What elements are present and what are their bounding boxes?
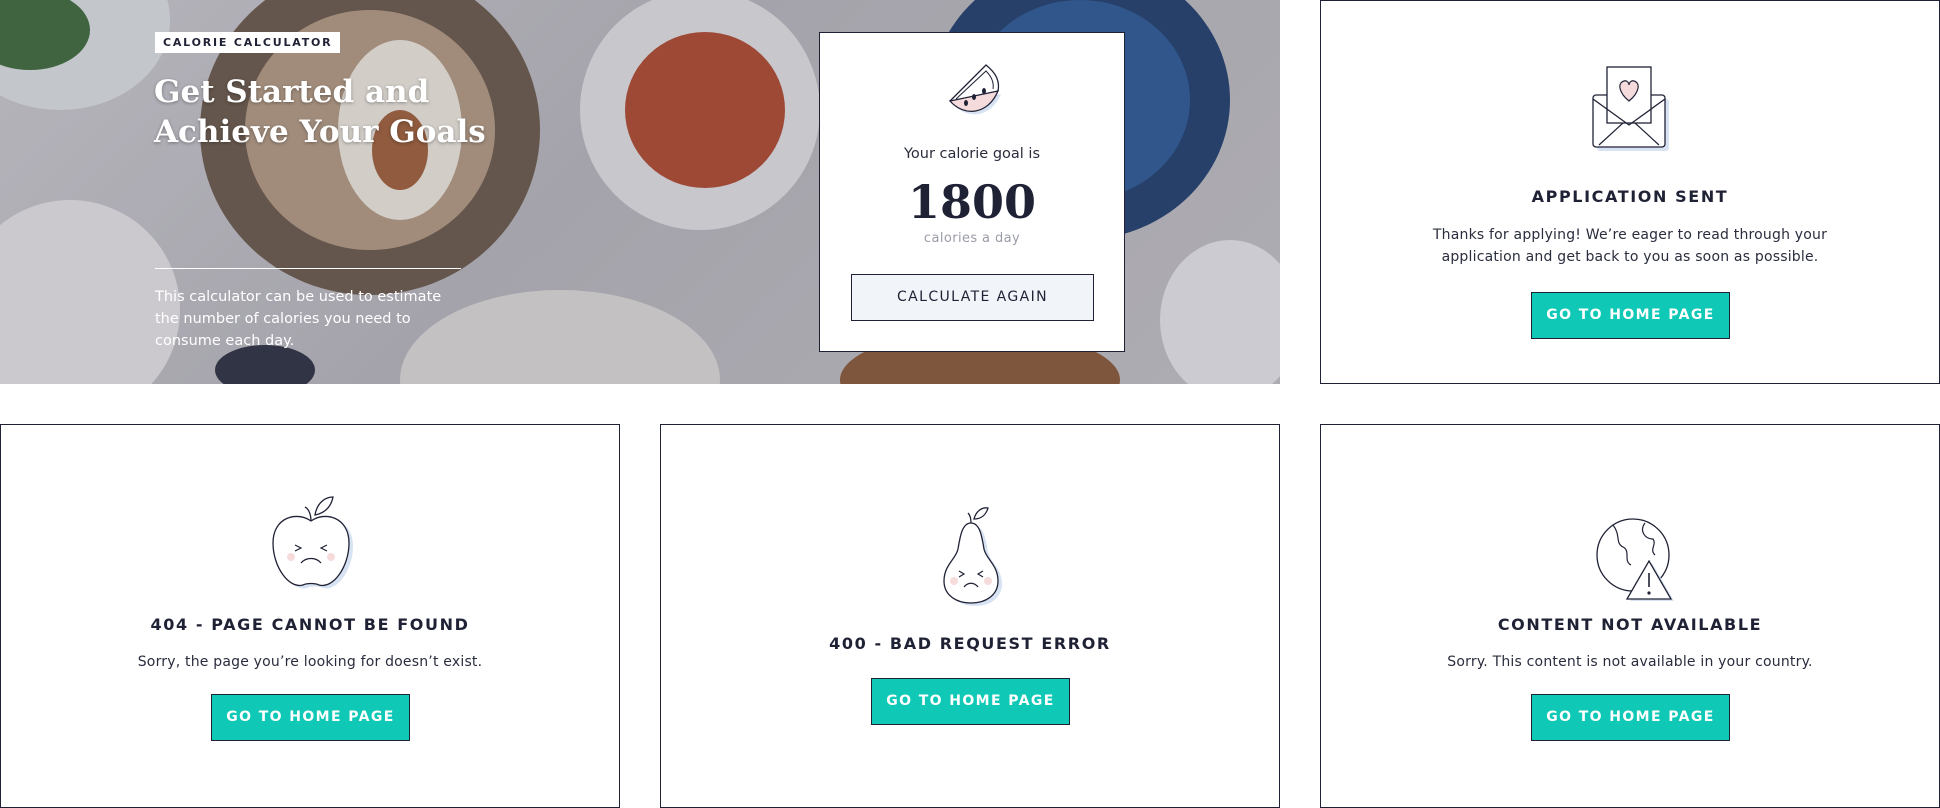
go-home-button[interactable]: GO TO HOME PAGE: [211, 694, 410, 741]
application-sent-panel: APPLICATION SENT Thanks for applying! We…: [1320, 0, 1940, 384]
hero-badge: CALORIE CALCULATOR: [155, 32, 341, 53]
calorie-caption: Your calorie goal is: [903, 146, 1041, 162]
go-home-button[interactable]: GO TO HOME PAGE: [1531, 292, 1730, 339]
not-found-title: 404 - PAGE CANNOT BE FOUND: [150, 615, 470, 634]
not-available-title: CONTENT NOT AVAILABLE: [1497, 615, 1763, 634]
sad-apple-icon: [272, 496, 353, 589]
application-sent-title: APPLICATION SENT: [1531, 187, 1729, 206]
not-available-message: Sorry. This content is not available in …: [1447, 654, 1813, 670]
bad-request-title: 400 - BAD REQUEST ERROR: [829, 634, 1111, 653]
hero-divider: [155, 268, 461, 269]
calorie-unit: calories a day: [923, 231, 1021, 246]
calorie-value: 1800: [907, 175, 1037, 229]
sad-pear-icon: [943, 507, 1002, 606]
go-home-button[interactable]: GO TO HOME PAGE: [1531, 694, 1730, 741]
content-not-available-panel: CONTENT NOT AVAILABLE Sorry. This conten…: [1320, 424, 1940, 808]
go-home-button[interactable]: GO TO HOME PAGE: [871, 678, 1070, 725]
broken-globe-warning-icon: [1596, 518, 1674, 601]
application-sent-message: Thanks for applying! We’re eager to read…: [1432, 227, 1828, 265]
hero-title: Get Started and Achieve Your Goals: [154, 74, 486, 150]
calorie-result-card: Your calorie goal is 1800 calories a day…: [819, 32, 1125, 352]
calorie-calculator-hero: CALORIE CALCULATOR Get Started and Achie…: [0, 0, 1280, 384]
envelope-heart-icon: [1592, 66, 1669, 151]
page-not-found-panel: 404 - PAGE CANNOT BE FOUND Sorry, the pa…: [0, 424, 620, 808]
not-found-message: Sorry, the page you’re looking for doesn…: [137, 654, 483, 670]
hero-description: This calculator can be used to estimate …: [155, 289, 442, 349]
watermelon-icon: [948, 64, 1001, 115]
calculate-again-button[interactable]: CALCULATE AGAIN: [851, 274, 1094, 321]
bad-request-panel: 400 - BAD REQUEST ERROR GO TO HOME PAGE: [660, 424, 1280, 808]
